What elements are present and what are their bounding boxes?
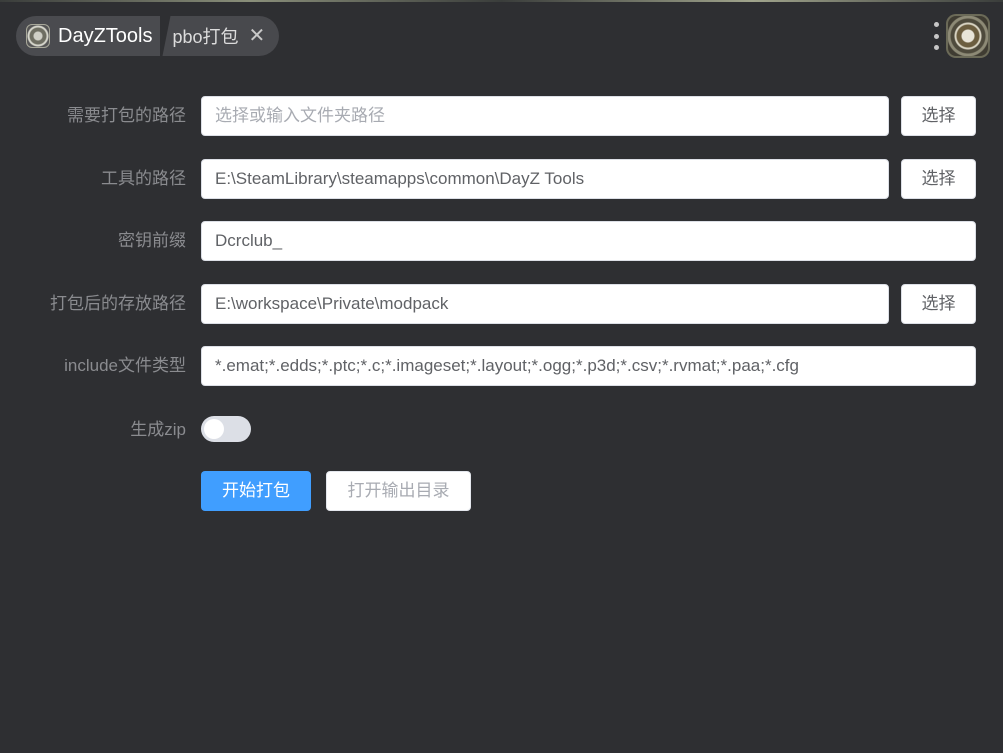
tool-path-input[interactable] — [201, 159, 889, 199]
tab-pbo-pack-label: pbo打包 — [172, 27, 239, 47]
tab-dayztools[interactable]: DayZTools — [16, 16, 161, 56]
close-icon[interactable]: ✕ — [249, 26, 266, 46]
key-prefix-label: 密钥前缀 — [118, 231, 186, 250]
pack-path-label: 需要打包的路径 — [67, 106, 186, 125]
output-path-input[interactable] — [201, 284, 889, 324]
include-types-row: include文件类型 — [0, 346, 1003, 386]
tab-dayztools-label: DayZTools — [58, 24, 153, 47]
zip-toggle[interactable] — [201, 416, 251, 442]
include-types-input[interactable] — [201, 346, 976, 386]
actions-row: 开始打包 打开输出目录 — [0, 471, 1003, 511]
include-types-label: include文件类型 — [64, 356, 186, 375]
pack-path-choose-button[interactable]: 选择 — [901, 96, 976, 136]
pack-path-row: 需要打包的路径 选择 — [0, 96, 1003, 136]
window-top-border — [0, 0, 1003, 2]
zip-toggle-knob — [204, 419, 224, 439]
tool-path-choose-button[interactable]: 选择 — [901, 159, 976, 199]
pack-path-input[interactable] — [201, 96, 889, 136]
start-pack-button[interactable]: 开始打包 — [201, 471, 311, 511]
key-prefix-input[interactable] — [201, 221, 976, 261]
zip-row: 生成zip — [0, 410, 1003, 450]
open-output-dir-button[interactable]: 打开输出目录 — [326, 471, 471, 511]
key-prefix-row: 密钥前缀 — [0, 221, 1003, 261]
avatar[interactable] — [946, 14, 990, 58]
tool-path-label: 工具的路径 — [101, 169, 186, 188]
zip-label: 生成zip — [130, 420, 186, 439]
tab-pbo-pack[interactable]: pbo打包 ✕ — [162, 16, 280, 56]
output-path-row: 打包后的存放路径 选择 — [0, 284, 1003, 324]
tool-path-row: 工具的路径 选择 — [0, 159, 1003, 199]
output-path-choose-button[interactable]: 选择 — [901, 284, 976, 324]
kebab-menu-icon[interactable] — [930, 22, 942, 50]
output-path-label: 打包后的存放路径 — [50, 294, 186, 313]
tab-bar: DayZTools pbo打包 ✕ — [16, 16, 280, 56]
dayz-logo-icon — [26, 24, 50, 48]
